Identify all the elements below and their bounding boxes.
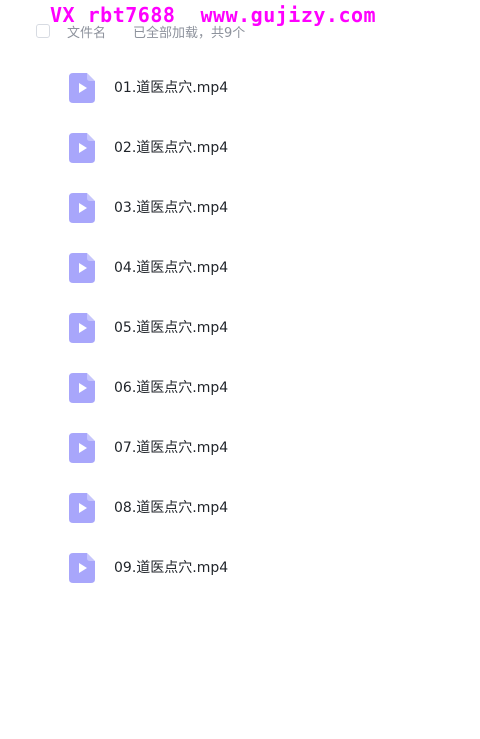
video-file-icon — [69, 373, 95, 403]
video-file-icon — [69, 553, 95, 583]
file-name[interactable]: 04.道医点穴.mp4 — [114, 258, 228, 278]
file-row[interactable]: 01.道医点穴.mp4 — [0, 58, 480, 118]
video-file-icon — [69, 433, 95, 463]
file-name[interactable]: 07.道医点穴.mp4 — [114, 438, 228, 458]
file-row[interactable]: 05.道医点穴.mp4 — [0, 298, 480, 358]
file-name[interactable]: 02.道医点穴.mp4 — [114, 138, 228, 158]
file-row[interactable]: 03.道医点穴.mp4 — [0, 178, 480, 238]
video-file-icon — [69, 73, 95, 103]
file-row[interactable]: 09.道医点穴.mp4 — [0, 538, 480, 598]
file-name[interactable]: 09.道医点穴.mp4 — [114, 558, 228, 578]
file-list: 01.道医点穴.mp4 02.道医点穴.mp4 03.道医点穴.mp4 04.道… — [0, 58, 480, 598]
select-all-checkbox[interactable] — [36, 24, 50, 38]
file-list-page: VX rbt7688 www.gujizy.com 文件名 已全部加载，共9个 … — [0, 0, 480, 739]
file-name[interactable]: 05.道医点穴.mp4 — [114, 318, 228, 338]
file-name[interactable]: 01.道医点穴.mp4 — [114, 78, 228, 98]
file-row[interactable]: 07.道医点穴.mp4 — [0, 418, 480, 478]
load-status-text: 已全部加载，共9个 — [133, 25, 246, 41]
video-file-icon — [69, 133, 95, 163]
file-row[interactable]: 02.道医点穴.mp4 — [0, 118, 480, 178]
video-file-icon — [69, 253, 95, 283]
file-name[interactable]: 03.道医点穴.mp4 — [114, 198, 228, 218]
video-file-icon — [69, 493, 95, 523]
list-header: 文件名 已全部加载，共9个 — [36, 22, 246, 41]
file-row[interactable]: 04.道医点穴.mp4 — [0, 238, 480, 298]
file-name[interactable]: 08.道医点穴.mp4 — [114, 498, 228, 518]
file-row[interactable]: 08.道医点穴.mp4 — [0, 478, 480, 538]
file-name[interactable]: 06.道医点穴.mp4 — [114, 378, 228, 398]
video-file-icon — [69, 313, 95, 343]
column-name-label: 文件名 — [67, 25, 107, 41]
video-file-icon — [69, 193, 95, 223]
file-row[interactable]: 06.道医点穴.mp4 — [0, 358, 480, 418]
